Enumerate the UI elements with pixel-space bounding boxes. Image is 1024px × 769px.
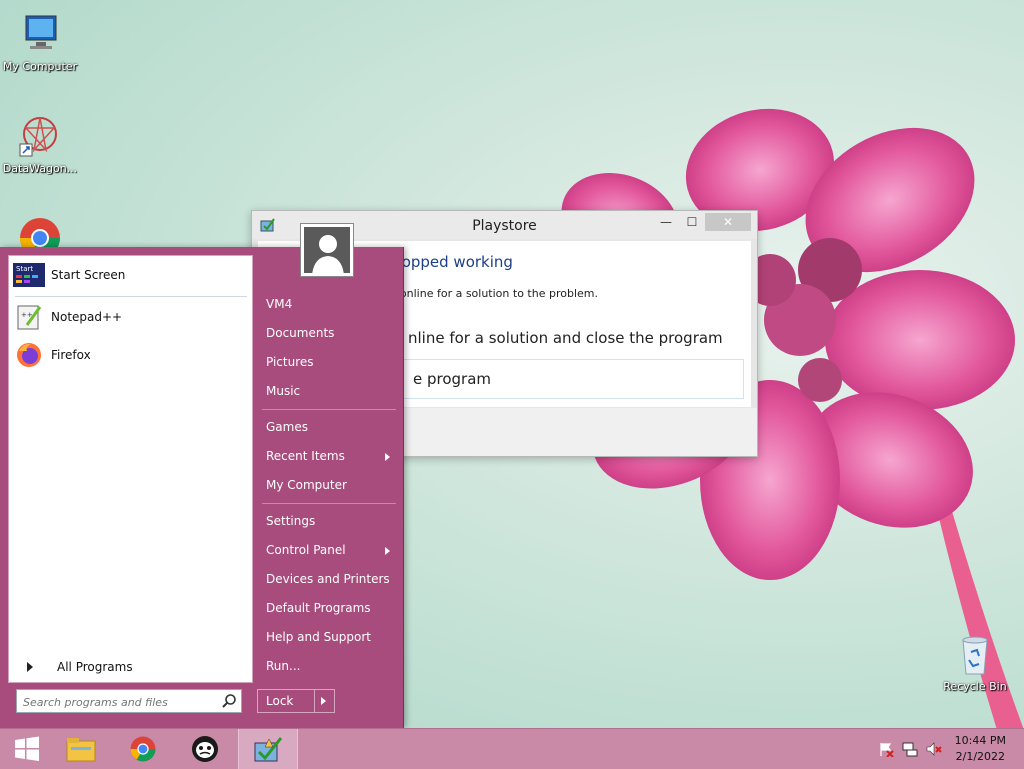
separator (262, 409, 396, 410)
clock-time: 10:44 PM (954, 734, 1006, 747)
start-item-label: Firefox (51, 348, 91, 362)
svg-text:Start: Start (16, 265, 33, 273)
start-link-music[interactable]: Music (262, 377, 396, 405)
clock-date: 2/1/2022 (955, 750, 1006, 763)
start-link-default-programs[interactable]: Default Programs (262, 594, 396, 622)
all-programs-button[interactable]: All Programs (17, 656, 249, 678)
check-online-option[interactable]: nline for a solution and close the progr… (408, 329, 723, 347)
chevron-right-icon[interactable] (321, 697, 326, 705)
start-item-label: Notepad++ (51, 310, 123, 324)
minimize-button[interactable]: — (653, 213, 679, 231)
volume-muted-icon[interactable] (926, 741, 942, 757)
close-button[interactable]: ✕ (705, 213, 751, 231)
start-link-games[interactable]: Games (262, 413, 396, 441)
start-link-my-computer[interactable]: My Computer (262, 471, 396, 499)
chevron-right-icon (385, 453, 390, 461)
desktop-icon-label: DataWagon... (2, 162, 78, 175)
computer-icon (25, 15, 57, 49)
taskbar-file-explorer[interactable] (54, 729, 108, 769)
taskbar-chrome[interactable] (116, 729, 170, 769)
start-button[interactable] (0, 729, 54, 769)
start-link-settings[interactable]: Settings (262, 507, 396, 535)
start-item-start-screen[interactable]: Start Start Screen (13, 260, 249, 290)
datawagon-icon (19, 117, 57, 157)
start-item-label: Start Screen (51, 268, 126, 282)
ghost-app-icon (192, 736, 218, 762)
desktop-icon-my-computer[interactable]: My Computer (0, 10, 80, 73)
network-icon[interactable] (902, 741, 918, 757)
windows-start-icon (15, 736, 39, 761)
maximize-button[interactable]: ☐ (679, 213, 705, 231)
playstore-app-icon (254, 737, 283, 762)
separator (15, 296, 247, 297)
desktop-icon-datawagon[interactable]: DataWagon... (0, 112, 80, 175)
dialog-subtext: ck online for a solution to the problem. (384, 287, 598, 300)
close-program-label: e program (413, 370, 492, 388)
clock[interactable]: 10:44 PM 2/1/2022 (955, 733, 1006, 765)
search-icon[interactable] (221, 693, 237, 709)
user-avatar[interactable] (300, 223, 354, 277)
chevron-right-icon (385, 547, 390, 555)
lock-button[interactable]: Lock (257, 689, 335, 713)
start-menu: Start Start Screen ++ Notepad++ Firefox … (0, 223, 404, 728)
all-programs-label: All Programs (57, 660, 133, 674)
dialog-headline: stopped working (388, 253, 513, 271)
start-link-recent-items[interactable]: Recent Items (262, 442, 396, 470)
recycle-bin-icon (962, 636, 988, 675)
separator (314, 690, 315, 712)
start-menu-programs-pane: Start Start Screen ++ Notepad++ Firefox … (8, 255, 253, 683)
start-link-control-panel[interactable]: Control Panel (262, 536, 396, 564)
start-link-devices-printers[interactable]: Devices and Printers (262, 565, 396, 593)
lock-label: Lock (266, 694, 294, 708)
search-box (16, 689, 242, 713)
taskbar-ghost-app[interactable] (178, 729, 232, 769)
start-link-run[interactable]: Run... (262, 652, 396, 680)
file-explorer-icon (66, 738, 96, 762)
desktop-icon-label: My Computer (2, 60, 78, 73)
firefox-icon (17, 343, 41, 367)
start-link-pictures[interactable]: Pictures (262, 348, 396, 376)
start-screen-icon: Start (13, 263, 45, 287)
action-center-flag-icon[interactable] (878, 741, 894, 757)
chevron-right-icon (27, 662, 33, 672)
chrome-icon (130, 736, 156, 762)
start-link-vm4[interactable]: VM4 (262, 290, 396, 318)
taskbar-playstore-app[interactable] (238, 729, 298, 769)
system-tray: 10:44 PM 2/1/2022 (864, 729, 1024, 769)
search-input[interactable] (21, 692, 215, 712)
taskbar: 10:44 PM 2/1/2022 (0, 728, 1024, 769)
notepadpp-icon: ++ (17, 305, 42, 330)
start-link-help-support[interactable]: Help and Support (262, 623, 396, 651)
start-link-documents[interactable]: Documents (262, 319, 396, 347)
desktop-icon-recycle-bin[interactable]: Recycle Bin (935, 630, 1015, 693)
user-icon (312, 235, 344, 273)
start-item-notepadpp[interactable]: ++ Notepad++ (13, 302, 249, 332)
start-item-firefox[interactable]: Firefox (13, 340, 249, 370)
desktop-icon-label: Recycle Bin (943, 680, 1007, 693)
separator (262, 503, 396, 504)
